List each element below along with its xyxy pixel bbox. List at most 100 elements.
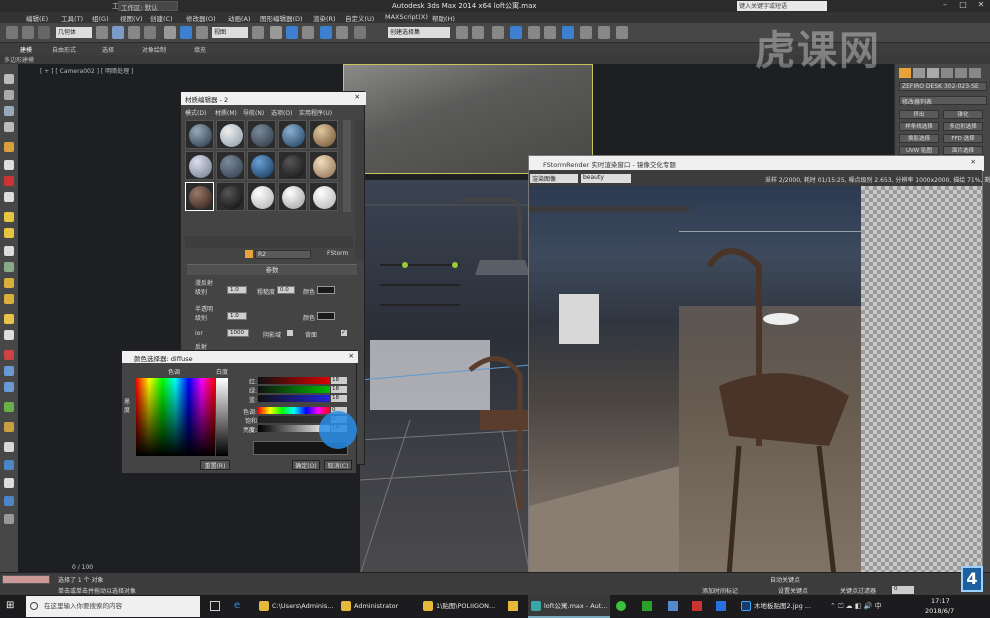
clock-time[interactable]: 17:17 [931, 597, 950, 605]
taskbar-item-3dsmax[interactable]: loft公寓.max - Aut... [528, 595, 610, 618]
taskbar-item-poliigon[interactable]: 1\贴图\POLIIGON... [420, 595, 502, 618]
graphite-toggle-icon[interactable] [510, 26, 522, 39]
material-slot[interactable] [309, 120, 338, 149]
pass-dropdown[interactable]: beauty [581, 174, 631, 183]
material-slot[interactable] [247, 151, 276, 180]
current-frame-field[interactable]: 0 [892, 586, 914, 594]
create-icon[interactable] [4, 74, 14, 84]
menu-maxscript[interactable]: MAXScript(X) [385, 13, 428, 21]
material-name-field[interactable]: R2 [255, 250, 311, 259]
close-icon[interactable]: ✕ [972, 0, 990, 12]
modify-icon[interactable] [4, 90, 14, 100]
menu-help[interactable]: 帮助(H) [432, 13, 455, 23]
menu-view[interactable]: 视图(V) [120, 13, 143, 23]
app-icon[interactable] [642, 601, 652, 611]
saturation-slider[interactable] [258, 416, 330, 423]
menu-group[interactable]: 组(G) [92, 13, 109, 23]
material-icon[interactable] [4, 422, 14, 432]
app-icon[interactable] [692, 601, 702, 611]
modifier-poly-select-button[interactable]: 多边形选择 [943, 122, 983, 131]
time-slider-frame[interactable]: 0 / 100 [72, 564, 93, 571]
maximize-icon[interactable]: □ [954, 0, 972, 12]
create-tab-icon[interactable] [899, 68, 911, 78]
modifier-uvw-map-button[interactable]: UVW 贴图 [899, 146, 939, 155]
percent-snap-icon[interactable] [320, 26, 332, 39]
tree-icon[interactable] [4, 402, 14, 412]
select-by-name-icon[interactable] [112, 26, 124, 39]
app-icon[interactable] [716, 601, 726, 611]
mated-menu-options[interactable]: 选项(O) [271, 108, 292, 117]
mated-menu-navigation[interactable]: 导航(N) [243, 108, 264, 117]
menu-graph-editors[interactable]: 图形编辑器(D) [260, 13, 303, 23]
modifier-list-dropdown[interactable]: 修改器列表 [899, 96, 987, 106]
auto-key-label[interactable]: 自动关键点 [770, 575, 800, 584]
layer-manager-icon[interactable] [492, 26, 504, 39]
translucent-color-swatch[interactable] [317, 312, 335, 320]
material-slot[interactable] [309, 151, 338, 180]
taskbar-item-photoshop[interactable]: 木地板贴图2.jpg ... [738, 595, 820, 618]
add-time-tag[interactable]: 添加时间标记 [702, 586, 738, 595]
menu-edit[interactable]: 编辑(E) [26, 13, 48, 23]
taskbar-item-admin[interactable]: Administrator [338, 595, 416, 618]
spacewarp-icon[interactable] [4, 330, 14, 340]
blue-value[interactable]: 18 [331, 395, 347, 402]
modifier-taper-button[interactable]: 锥化 [943, 110, 983, 119]
scene-icon[interactable] [4, 366, 14, 376]
search-input[interactable]: 键入关键字或短语 [737, 1, 827, 11]
named-selection-dropdown[interactable]: 创建选择集 [388, 27, 450, 38]
camera-icon[interactable] [4, 192, 14, 202]
ribbon-tab-object-paint[interactable]: 对象绘制 [142, 45, 166, 54]
pivot-icon[interactable] [252, 26, 264, 39]
green-value[interactable]: 18 [331, 386, 347, 393]
system-icon[interactable] [4, 350, 14, 360]
windows-start-icon[interactable]: ⊞ [6, 600, 18, 612]
red-slider[interactable] [258, 377, 330, 384]
utilities-icon[interactable] [4, 160, 14, 170]
rotate-icon[interactable] [180, 26, 192, 39]
channel-dropdown[interactable]: 渲染图像 [530, 174, 578, 183]
task-view-icon[interactable] [210, 601, 220, 611]
tray-icons[interactable]: ⌃ ⏍ ☁ ◧ 🔊 中 [830, 601, 882, 611]
rect-select-icon[interactable] [128, 26, 140, 39]
set-key-label[interactable]: 设置关键点 [778, 586, 808, 595]
menu-modifiers[interactable]: 修改器(O) [186, 13, 216, 23]
script-icon[interactable] [4, 496, 14, 506]
backface-checkbox[interactable]: ✓ [341, 330, 347, 336]
paint-icon[interactable] [4, 382, 14, 392]
modifier-ffd-select-button[interactable]: FFD 选择 [943, 134, 983, 143]
display-tab-icon[interactable] [955, 68, 967, 78]
selection-filter-dropdown[interactable]: 几何体 [56, 27, 92, 38]
motion-tab-icon[interactable] [941, 68, 953, 78]
taskbar-item-explorer[interactable]: C:\Users\Adminis... [256, 595, 334, 618]
material-slot[interactable] [309, 182, 338, 211]
material-editor-icon[interactable] [562, 26, 574, 39]
utility-icon[interactable] [4, 478, 14, 488]
light-bulb-icon[interactable] [4, 314, 14, 324]
mated-menu-utilities[interactable]: 实用程序(U) [299, 108, 332, 117]
render-production-icon[interactable] [616, 26, 628, 39]
material-slot[interactable] [185, 151, 214, 180]
menu-create[interactable]: 创建(C) [150, 13, 173, 23]
app-icon[interactable] [668, 601, 678, 611]
reset-button[interactable]: 重置(R) [200, 460, 230, 470]
green-slider[interactable] [258, 386, 330, 393]
minimize-icon[interactable]: – [936, 0, 954, 12]
modifier-patch-select-button[interactable]: 面片选择 [943, 146, 983, 155]
settings-icon[interactable] [4, 514, 14, 524]
ribbon-tab-populate[interactable]: 填充 [194, 45, 206, 54]
ribbon-tab-selection[interactable]: 选择 [102, 45, 114, 54]
shape-icon[interactable] [4, 278, 14, 288]
window-crossing-icon[interactable] [144, 26, 156, 39]
store-icon[interactable] [508, 601, 518, 611]
menu-rendering[interactable]: 渲染(R) [313, 13, 336, 23]
ribbon-tab-freeform[interactable]: 自由形式 [52, 45, 76, 54]
modifier-extrude-button[interactable]: 挤出 [899, 110, 939, 119]
ok-button[interactable]: 确定(O) [292, 460, 320, 470]
align-icon[interactable] [472, 26, 484, 39]
material-slot[interactable] [185, 120, 214, 149]
object-name-field[interactable]: ZEFIRO DESK 302-023-SE [899, 82, 987, 91]
material-slot[interactable] [247, 182, 276, 211]
material-slot[interactable] [278, 151, 307, 180]
geometry-icon[interactable] [4, 262, 14, 272]
whiteness-slider[interactable] [216, 378, 228, 456]
